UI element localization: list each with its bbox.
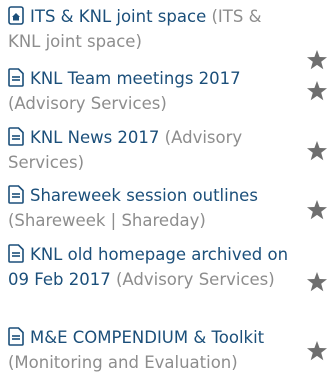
list-item: ITS & KNL joint space (ITS & KNL joint s…: [8, 4, 298, 54]
list-item: Shareweek session outlines (Shareweek | …: [8, 183, 298, 233]
page-link[interactable]: Shareweek session outlines: [30, 186, 258, 205]
page-icon: [8, 127, 24, 146]
page-link[interactable]: ITS & KNL joint space: [30, 7, 206, 26]
favorite-star-icon[interactable]: [306, 49, 328, 71]
favorite-star-icon[interactable]: [306, 140, 328, 162]
page-icon: [8, 327, 24, 346]
space-label: (Advisory Services): [115, 270, 275, 289]
list-item: KNL News 2017 (Advisory Services): [8, 125, 298, 175]
favorite-star-icon[interactable]: [306, 271, 328, 293]
page-icon: [8, 244, 24, 263]
space-label: (Shareweek | Shareday): [8, 211, 206, 230]
space-label: (Monitoring and Evaluation): [8, 353, 238, 372]
list-item: KNL old homepage archived on 09 Feb 2017…: [8, 242, 298, 292]
page-icon: [8, 185, 24, 204]
favorite-star-icon[interactable]: [306, 340, 328, 362]
page-link[interactable]: M&E COMPENDIUM & Toolkit: [30, 328, 264, 347]
favorites-list: ITS & KNL joint space (ITS & KNL joint s…: [0, 0, 333, 375]
page-link[interactable]: KNL News 2017: [30, 128, 159, 147]
favorite-star-icon[interactable]: [306, 199, 328, 221]
list-item: M&E COMPENDIUM & Toolkit (Monitoring and…: [8, 325, 298, 375]
page-link[interactable]: KNL Team meetings 2017: [30, 69, 241, 88]
list-item: KNL Team meetings 2017 (Advisory Service…: [8, 66, 298, 116]
home-icon: [8, 6, 24, 25]
space-label: (Advisory Services): [8, 94, 167, 113]
favorite-star-icon[interactable]: [306, 80, 328, 102]
page-icon: [8, 68, 24, 87]
